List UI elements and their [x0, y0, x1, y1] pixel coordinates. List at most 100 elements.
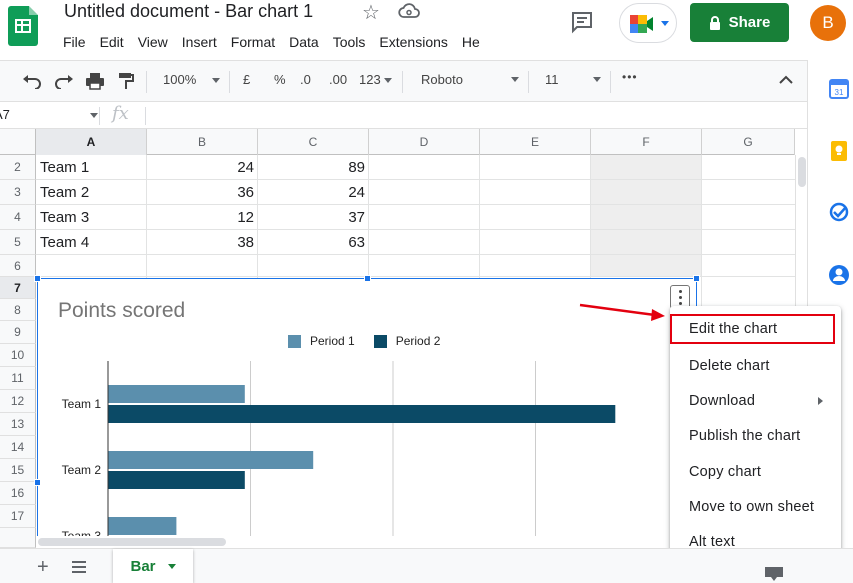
- cell-a4[interactable]: Team 3: [40, 205, 145, 230]
- cell-c3[interactable]: 24: [258, 180, 365, 205]
- chart-context-menu: Edit the chart Delete chart Download Pub…: [670, 306, 841, 567]
- column-header-d[interactable]: D: [369, 129, 480, 155]
- resize-handle-w[interactable]: [34, 479, 41, 486]
- column-header-e[interactable]: E: [480, 129, 591, 155]
- menu-item-move-to-own-sheet[interactable]: Move to own sheet: [670, 489, 841, 524]
- increase-decimal-button[interactable]: .00: [329, 72, 347, 87]
- menu-item-publish-chart[interactable]: Publish the chart: [670, 418, 841, 453]
- cell-b5[interactable]: 38: [147, 230, 254, 255]
- sheet-tab-label: Bar: [130, 557, 156, 575]
- cell-b4[interactable]: 12: [147, 205, 254, 230]
- calendar-icon[interactable]: 31: [828, 78, 850, 100]
- menu-format[interactable]: Format: [231, 34, 275, 50]
- contacts-icon[interactable]: [828, 264, 850, 286]
- sheet-tab-bar-chart[interactable]: Bar: [113, 549, 193, 583]
- cell-a5[interactable]: Team 4: [40, 230, 145, 255]
- column-header-f[interactable]: F: [591, 129, 702, 155]
- comment-icon[interactable]: [570, 10, 594, 34]
- menu-file[interactable]: File: [63, 34, 86, 50]
- print-icon[interactable]: [85, 72, 105, 90]
- all-sheets-icon[interactable]: [72, 561, 86, 573]
- tasks-icon[interactable]: [828, 201, 850, 223]
- add-sheet-icon[interactable]: +: [37, 556, 49, 579]
- undo-icon[interactable]: [22, 73, 42, 89]
- chart-bar: [108, 451, 314, 469]
- row-header[interactable]: 3: [0, 180, 36, 205]
- menu-insert[interactable]: Insert: [182, 34, 217, 50]
- share-label: Share: [728, 14, 771, 31]
- meet-icon: [630, 15, 653, 33]
- row-header[interactable]: 5: [0, 230, 36, 255]
- chart-category-label: Team 2: [62, 463, 102, 477]
- cell-b2[interactable]: 24: [147, 155, 254, 180]
- cell-c5[interactable]: 63: [258, 230, 365, 255]
- column-header-c[interactable]: C: [258, 129, 369, 155]
- row-header[interactable]: 9: [0, 321, 36, 344]
- row-header[interactable]: 2: [0, 155, 36, 180]
- number-format-select[interactable]: 123: [359, 72, 392, 87]
- resize-handle-n[interactable]: [364, 275, 371, 282]
- row-header[interactable]: 17: [0, 505, 36, 528]
- select-all-corner[interactable]: [0, 129, 36, 155]
- row-header[interactable]: 7: [0, 277, 36, 299]
- zoom-select[interactable]: 100%: [163, 72, 221, 87]
- menu-data[interactable]: Data: [289, 34, 319, 50]
- row-header[interactable]: 12: [0, 390, 36, 413]
- resize-handle-ne[interactable]: [693, 275, 700, 282]
- fx-icon: fx: [112, 103, 129, 124]
- chart-bar: [108, 405, 616, 423]
- menu-tools[interactable]: Tools: [333, 34, 366, 50]
- column-header-b[interactable]: B: [147, 129, 258, 155]
- row-header[interactable]: 14: [0, 436, 36, 459]
- paint-format-icon[interactable]: [117, 72, 135, 90]
- red-arrow-annotation: [579, 303, 665, 321]
- row-header[interactable]: 10: [0, 344, 36, 367]
- meet-button[interactable]: [619, 3, 677, 43]
- meet-dropdown-icon: [661, 21, 669, 26]
- menu-item-delete-chart[interactable]: Delete chart: [670, 348, 841, 383]
- row-header[interactable]: [0, 528, 36, 548]
- font-select[interactable]: Roboto: [421, 72, 519, 87]
- star-icon[interactable]: ☆: [362, 0, 380, 25]
- menu-bar: File Edit View Insert Format Data Tools …: [63, 34, 494, 50]
- percent-format-button[interactable]: %: [274, 72, 286, 87]
- submenu-arrow-icon: [818, 396, 823, 405]
- row-header[interactable]: 8: [0, 299, 36, 321]
- resize-handle-nw[interactable]: [34, 275, 41, 282]
- more-icon[interactable]: •••: [622, 70, 638, 84]
- row-header[interactable]: 4: [0, 205, 36, 230]
- currency-format-button[interactable]: £: [243, 72, 250, 87]
- font-size-select[interactable]: 11: [545, 72, 601, 87]
- chart-bar: [108, 385, 245, 403]
- redo-icon[interactable]: [54, 73, 74, 89]
- cell-c2[interactable]: 89: [258, 155, 365, 180]
- row-header[interactable]: 13: [0, 413, 36, 436]
- decrease-decimal-button[interactable]: .0: [300, 72, 311, 87]
- row-header[interactable]: 11: [0, 367, 36, 390]
- menu-item-edit-chart[interactable]: Edit the chart: [670, 314, 835, 344]
- menu-item-copy-chart[interactable]: Copy chart: [670, 454, 841, 489]
- column-header-a[interactable]: A: [36, 129, 147, 155]
- column-header-g[interactable]: G: [702, 129, 795, 155]
- row-header[interactable]: 16: [0, 482, 36, 505]
- avatar[interactable]: B: [810, 5, 846, 41]
- collapse-toolbar-icon[interactable]: [779, 75, 793, 85]
- cell-a2[interactable]: Team 1: [40, 155, 145, 180]
- menu-view[interactable]: View: [138, 34, 168, 50]
- menu-item-download[interactable]: Download: [670, 383, 841, 418]
- cell-a3[interactable]: Team 2: [40, 180, 145, 205]
- keep-icon[interactable]: [828, 140, 850, 162]
- cell-c4[interactable]: 37: [258, 205, 365, 230]
- row-header[interactable]: 6: [0, 255, 36, 277]
- document-title[interactable]: Untitled document - Bar chart 1: [64, 1, 313, 22]
- menu-edit[interactable]: Edit: [100, 34, 124, 50]
- share-button[interactable]: Share: [690, 3, 789, 42]
- menu-extensions[interactable]: Extensions: [379, 34, 447, 50]
- cell-b3[interactable]: 36: [147, 180, 254, 205]
- sheets-logo-icon[interactable]: [8, 6, 38, 46]
- chart-bar: [108, 517, 177, 535]
- explore-icon[interactable]: [763, 565, 785, 583]
- row-header[interactable]: 15: [0, 459, 36, 482]
- cloud-saved-icon[interactable]: [398, 3, 420, 19]
- menu-help[interactable]: He: [462, 34, 480, 50]
